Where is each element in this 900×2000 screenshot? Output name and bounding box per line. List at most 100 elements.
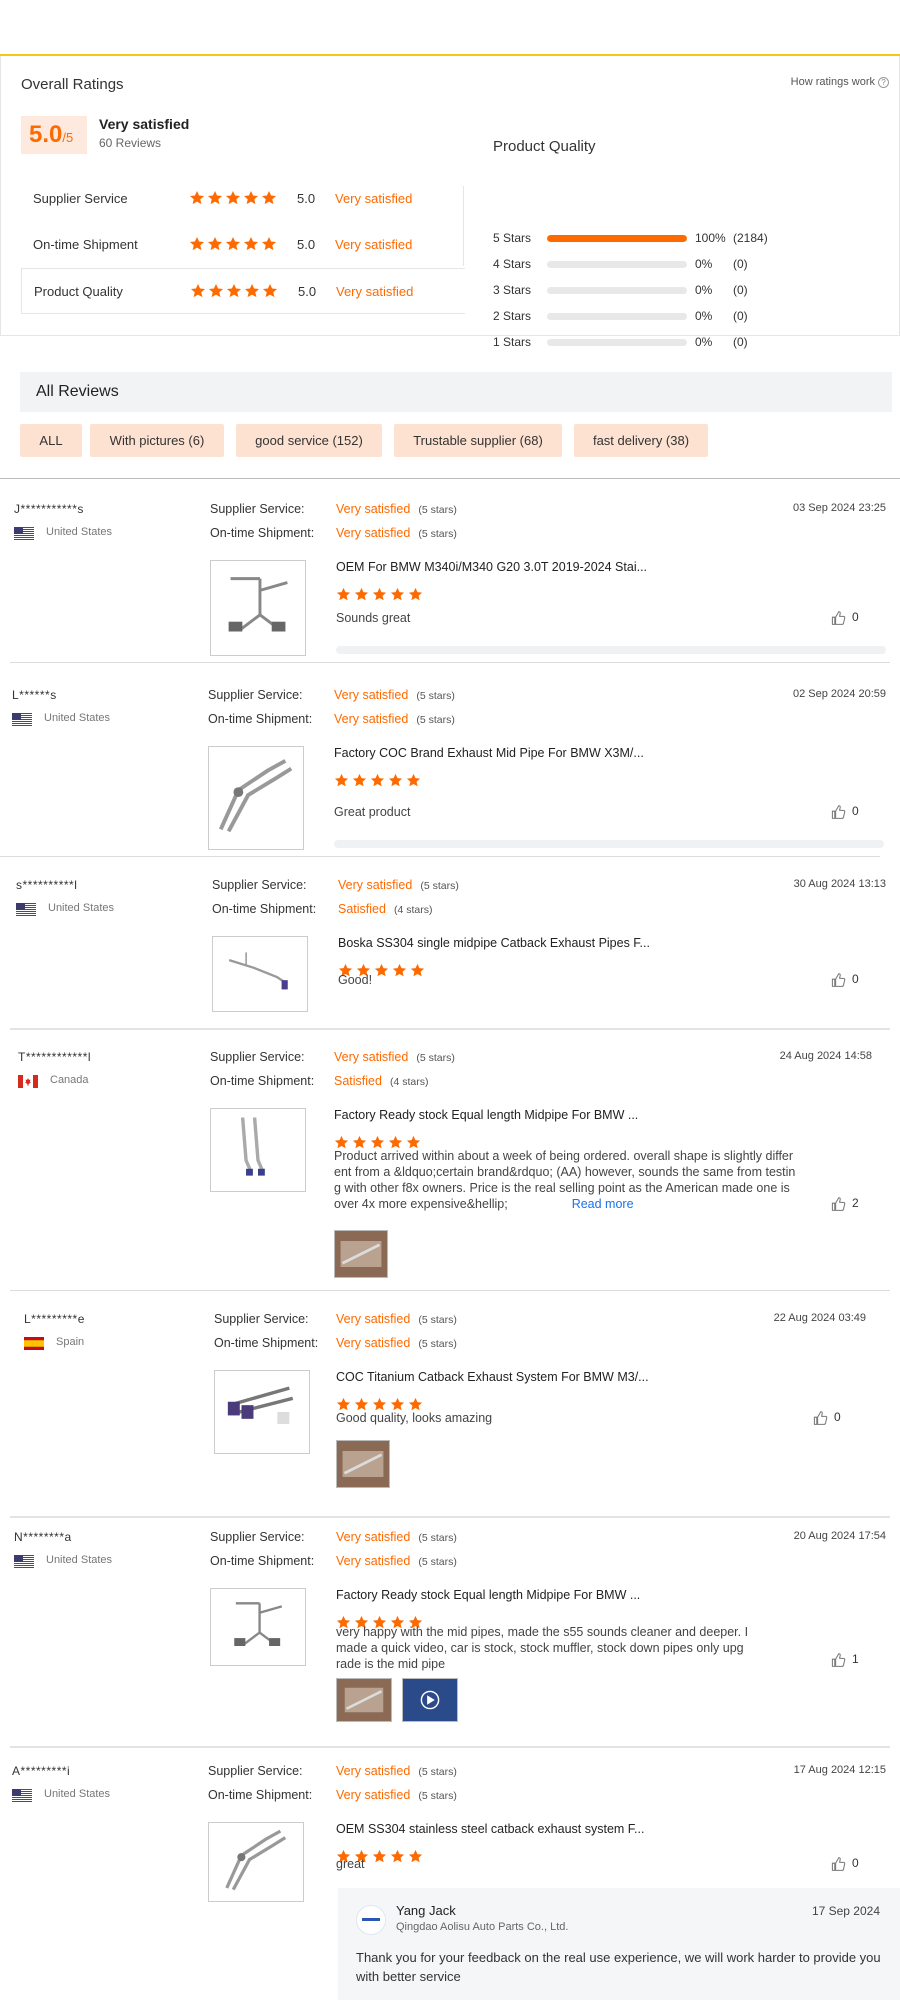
ontime-shipment-label: On-time Shipment:: [208, 1788, 313, 1802]
canada-flag-icon: [18, 1075, 38, 1088]
divider: [10, 1746, 890, 1748]
like-button[interactable]: 2: [830, 1196, 859, 1212]
reply-date: 17 Sep 2024: [811, 1904, 880, 1918]
product-thumbnail[interactable]: [210, 560, 306, 656]
category-product-quality[interactable]: Product Quality 5.0 Very satisfied: [21, 268, 465, 314]
product-thumbnail[interactable]: [208, 1822, 304, 1902]
supplier-service-value: Very satisfied (5 stars): [336, 1764, 457, 1778]
review-text: Good quality, looks amazing: [336, 1411, 493, 1425]
seller-logo: [356, 1905, 386, 1935]
review-photo-thumbnail[interactable]: [336, 1440, 390, 1488]
overall-reviews-count: 60 Reviews: [99, 136, 162, 150]
star-icon: [374, 963, 389, 978]
review-photo-thumbnail[interactable]: [334, 1230, 388, 1278]
distribution-percent: 0%: [695, 309, 713, 323]
product-title-link[interactable]: Factory COC Brand Exhaust Mid Pipe For B…: [334, 746, 644, 760]
divider: [10, 1290, 890, 1291]
product-title-link[interactable]: Factory Ready stock Equal length Midpipe…: [334, 1108, 638, 1122]
reply-company: Qingdao Aolisu Auto Parts Co., Ltd.: [396, 1921, 569, 1933]
divider: [10, 1516, 890, 1518]
divider: [0, 478, 900, 479]
review-text: great: [336, 1857, 365, 1871]
star-rating: [190, 282, 280, 299]
like-count: 0: [852, 972, 859, 987]
distribution-bar: [547, 287, 687, 294]
supplier-service-value: Very satisfied (5 stars): [336, 1530, 457, 1544]
supplier-service-label: Supplier Service:: [210, 502, 305, 516]
review-text-line: ent from a &ldquo;certain brand&rdquo; (…: [334, 1165, 796, 1179]
filter-with-pictures[interactable]: With pictures (6): [90, 424, 224, 457]
review-text-line: g with other f8x owners. Price is the re…: [334, 1181, 790, 1195]
like-button[interactable]: 0: [812, 1410, 841, 1426]
reviewer-name: N********a: [14, 1530, 72, 1544]
like-button[interactable]: 1: [830, 1652, 859, 1668]
filter-all[interactable]: ALL: [20, 424, 82, 457]
like-button[interactable]: 0: [830, 804, 859, 820]
star-icon: [226, 283, 242, 299]
overall-score: 5.0/5: [21, 116, 87, 154]
ontime-shipment-value: Very satisfied (5 stars): [336, 1788, 457, 1802]
product-title-link[interactable]: Boska SS304 single midpipe Catback Exhau…: [338, 936, 650, 950]
review-text: Sounds great: [336, 611, 411, 625]
spain-flag-icon: [24, 1337, 44, 1350]
star-icon: [243, 236, 259, 252]
star-icon: [189, 236, 205, 252]
star-icon: [370, 773, 385, 788]
loading-bar: [334, 840, 884, 848]
like-button[interactable]: 0: [830, 1856, 859, 1872]
product-thumbnail[interactable]: [214, 1370, 310, 1454]
distribution-label: 3 Stars: [493, 283, 532, 297]
ontime-shipment-label: On-time Shipment:: [208, 712, 313, 726]
product-title-link[interactable]: Factory Ready stock Equal length Midpipe…: [336, 1588, 640, 1602]
star-icon: [372, 587, 387, 602]
reviewer-country: United States: [44, 1788, 111, 1800]
product-thumbnail[interactable]: [210, 1588, 306, 1666]
us-flag-icon: [14, 527, 34, 540]
read-more-link[interactable]: Read more: [572, 1197, 634, 1211]
review-date: 30 Aug 2024 13:13: [793, 878, 886, 890]
review-text-line: made a quick video, car is stock, stock …: [336, 1641, 744, 1655]
star-icon: [388, 773, 403, 788]
review-video-thumbnail[interactable]: [402, 1678, 458, 1722]
reviewer-name: L******s: [12, 688, 57, 702]
ontime-shipment-value: Satisfied (4 stars): [334, 1074, 429, 1088]
supplier-service-label: Supplier Service:: [210, 1050, 305, 1064]
like-button[interactable]: 0: [830, 610, 859, 626]
distribution-bar-fill: [547, 235, 687, 242]
distribution-count: (0): [733, 335, 748, 349]
overall-label: Very satisfied: [99, 116, 190, 132]
distribution-bar: [547, 261, 687, 268]
filter-good-service[interactable]: good service (152): [236, 424, 382, 457]
us-flag-icon: [14, 1555, 34, 1568]
product-title-link[interactable]: COC Titanium Catback Exhaust System For …: [336, 1370, 649, 1384]
supplier-service-value: Very satisfied (5 stars): [334, 1050, 455, 1064]
review-text-line: very happy with the mid pipes, made the …: [336, 1625, 749, 1639]
like-button[interactable]: 0: [830, 972, 859, 988]
reviewer-name: s**********l: [16, 878, 78, 892]
like-count: 0: [852, 1856, 859, 1871]
category-ontime-shipment: On-time Shipment 5.0 Very satisfied: [33, 235, 413, 252]
star-icon: [207, 190, 223, 206]
distribution-count: (0): [733, 309, 748, 323]
star-icon: [410, 963, 425, 978]
product-title-link[interactable]: OEM For BMW M340i/M340 G20 3.0T 2019-202…: [336, 560, 647, 574]
reviewer-country: United States: [46, 1554, 113, 1566]
review-photo-thumbnail[interactable]: [336, 1678, 392, 1722]
reviewer-name: A*********i: [12, 1764, 71, 1778]
ontime-shipment-label: On-time Shipment:: [212, 902, 317, 916]
ontime-shipment-value: Very satisfied (5 stars): [336, 1336, 457, 1350]
product-title-link[interactable]: OEM SS304 stainless steel catback exhaus…: [336, 1822, 644, 1836]
product-thumbnail[interactable]: [210, 1108, 306, 1192]
product-thumbnail[interactable]: [212, 936, 308, 1012]
review-date: 22 Aug 2024 03:49: [773, 1312, 866, 1324]
star-icon: [225, 236, 241, 252]
product-thumbnail[interactable]: [208, 746, 304, 850]
star-icon: [406, 773, 421, 788]
star-rating: [189, 235, 279, 252]
filter-trustable-supplier[interactable]: Trustable supplier (68): [394, 424, 562, 457]
filter-fast-delivery[interactable]: fast delivery (38): [574, 424, 708, 457]
like-count: 0: [834, 1410, 841, 1425]
how-ratings-work-link[interactable]: How ratings work?: [791, 76, 889, 88]
thumbs-up-icon: [831, 1857, 846, 1871]
star-icon: [372, 1849, 387, 1864]
